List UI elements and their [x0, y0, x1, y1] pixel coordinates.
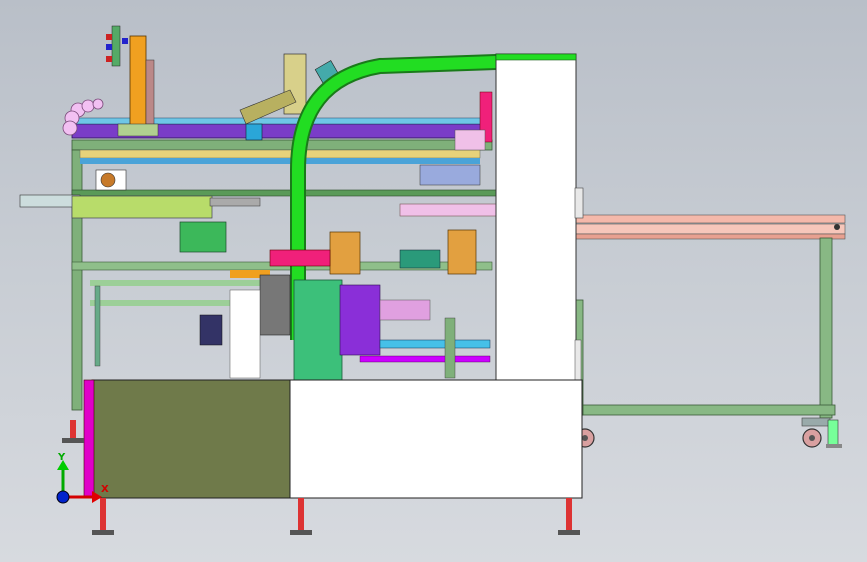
- leveling-foot-icon: [62, 420, 84, 443]
- base-white-cabinet[interactable]: [289, 379, 583, 499]
- caster-wheel-icon: [801, 417, 842, 448]
- leveling-foot-icon: [558, 498, 580, 535]
- right-conveyor[interactable]: [574, 214, 846, 419]
- axis-y-label: Y: [58, 452, 66, 463]
- leveling-foot-icon: [92, 498, 114, 535]
- axis-x-label: X: [101, 484, 109, 495]
- base-olive-panel[interactable]: [83, 379, 291, 499]
- right-cabinet[interactable]: [495, 53, 584, 381]
- left-cylinder[interactable]: [19, 169, 261, 253]
- green-duct[interactable]: [290, 54, 497, 381]
- cad-viewport[interactable]: [0, 0, 867, 562]
- leveling-foot-icon: [290, 498, 312, 535]
